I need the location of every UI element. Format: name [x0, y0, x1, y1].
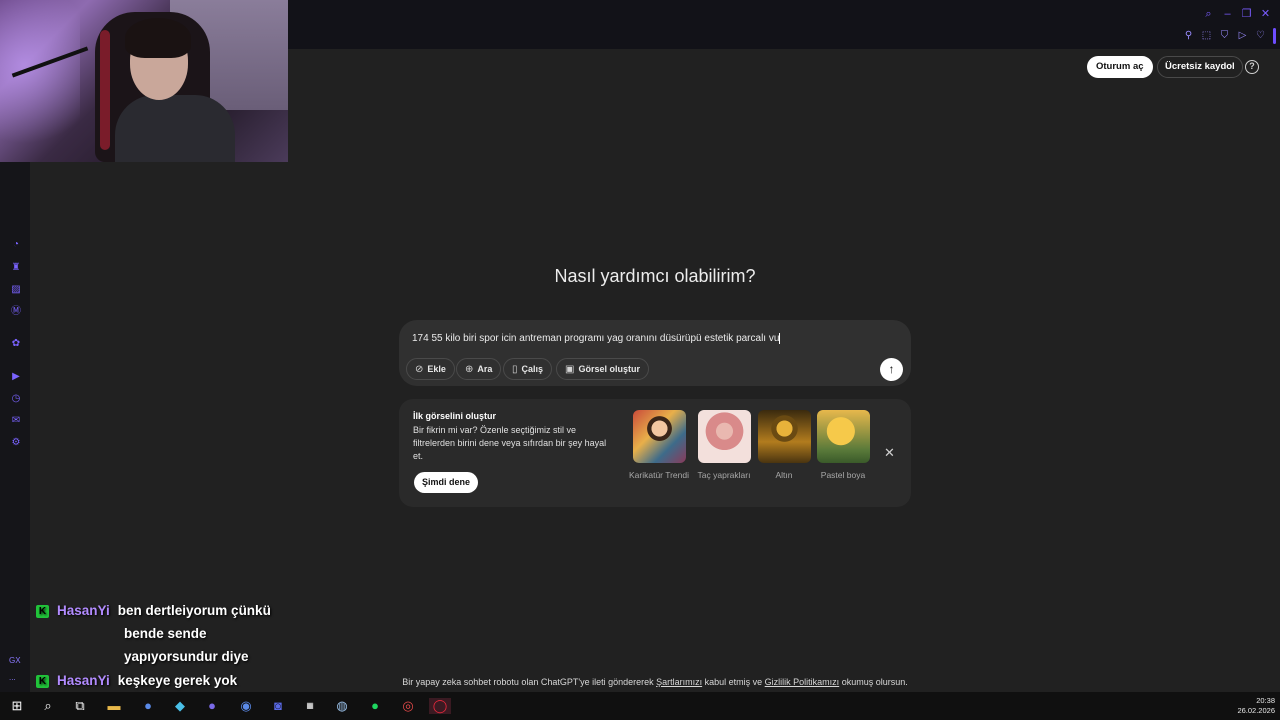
- close-promo-icon[interactable]: ✕: [884, 445, 895, 461]
- privacy-link[interactable]: Gizlilik Politikamızı: [765, 677, 840, 687]
- chat-line: keşkeye gerek yok: [117, 673, 238, 688]
- style-label-gold: Altın: [775, 470, 793, 480]
- study-label: Çalış: [521, 364, 544, 374]
- login-button[interactable]: Oturum aç: [1087, 56, 1153, 78]
- webcam-person-body: [115, 95, 235, 162]
- create-image-button[interactable]: ▣ Görsel oluştur: [556, 358, 649, 380]
- browser-toolbar: ⚲ ⬚ ⛉ ▷ ♡: [1183, 30, 1266, 41]
- close-icon[interactable]: ✕: [1259, 8, 1272, 21]
- settings-icon[interactable]: ⚙: [10, 437, 22, 449]
- taskbar-app-icon[interactable]: ●: [204, 698, 220, 714]
- windows-taskbar: ⊞ ⌕ ⧉ ▬ ● ◆ ● ◉ ◙ ▦ ◍ ● ◎ ◯ 20:38 26.02.…: [0, 692, 1280, 720]
- prompt-text: 174 55 kilo biri spor icin antreman prog…: [412, 333, 780, 345]
- prompt-composer[interactable]: 174 55 kilo biri spor icin antreman prog…: [399, 320, 911, 386]
- discord-icon[interactable]: ◙: [270, 698, 286, 714]
- play-icon[interactable]: ▷: [1237, 30, 1248, 41]
- footer-prefix: Bir yapay zeka sohbet robotu olan ChatGP…: [402, 677, 657, 687]
- file-explorer-icon[interactable]: ▬: [106, 698, 122, 714]
- obs-icon[interactable]: ◎: [400, 698, 416, 714]
- style-label-cartoon: Karikatür Trendi: [629, 470, 689, 480]
- signup-button[interactable]: Ücretsiz kaydol: [1157, 56, 1243, 78]
- messenger-icon[interactable]: Ⓜ: [10, 306, 22, 318]
- search-button[interactable]: ⊕ Ara: [456, 358, 502, 380]
- taskbar-app-icon[interactable]: ◆: [172, 698, 188, 714]
- webcam-chair-stripe: [100, 30, 110, 150]
- screen: ⌕ – ❐ ✕ ⚲ ⬚ ⛉ ▷ ♡ ◔ ♜ ▨ Ⓜ ✿ ▶ ◷ ✉ ⚙ GX .…: [0, 0, 1280, 720]
- heart-icon[interactable]: ♡: [1255, 30, 1266, 41]
- style-label-petals: Taç yaprakları: [697, 470, 751, 480]
- footer-suffix: okumuş olursun.: [839, 677, 908, 687]
- style-thumb-cartoon[interactable]: [633, 410, 686, 463]
- book-icon: ▯: [512, 363, 518, 375]
- image-promo-card: İlk görselini oluştur Bir fikrin mi var?…: [399, 399, 911, 507]
- history-icon[interactable]: ◷: [10, 393, 22, 405]
- text-caret: [779, 333, 781, 344]
- chat-icon[interactable]: ✉: [10, 415, 22, 427]
- restore-icon[interactable]: ❐: [1240, 8, 1253, 21]
- chat-message: K HasanYi ben dertleiyorum çünkü: [36, 603, 271, 618]
- chat-line: bende sende: [124, 626, 207, 641]
- try-now-button[interactable]: Şimdi dene: [414, 472, 479, 493]
- gx-label: GX: [9, 656, 21, 665]
- webcam-person-hair: [125, 18, 191, 58]
- kick-badge-icon: K: [36, 605, 49, 618]
- chat-line: yapıyorsundur diye: [124, 649, 249, 664]
- gx-corner-icon[interactable]: ▨: [10, 284, 22, 296]
- clock-time: 20:38: [1256, 696, 1275, 705]
- snapshot-icon[interactable]: ⬚: [1201, 30, 1212, 41]
- webcam-overlay: [0, 0, 288, 162]
- globe-icon: ⊕: [465, 363, 474, 375]
- chat-username: HasanYi: [57, 603, 110, 618]
- epic-games-icon[interactable]: ▦: [302, 698, 318, 714]
- pin-icon[interactable]: ⚲: [1183, 30, 1194, 41]
- chat-message: K HasanYi keşkeye gerek yok: [36, 673, 237, 688]
- style-thumb-petals[interactable]: [698, 410, 751, 463]
- webcam-light: [0, 0, 80, 162]
- prompt-input[interactable]: 174 55 kilo biri spor icin antreman prog…: [412, 333, 781, 345]
- browser-sidebar: ◔ ♜ ▨ Ⓜ ✿ ▶ ◷ ✉ ⚙ GX ...: [0, 162, 30, 692]
- speed-dial-icon[interactable]: ◔: [10, 239, 22, 251]
- accent-bar: [1273, 28, 1276, 44]
- taskbar-app-icon[interactable]: ◉: [238, 698, 254, 714]
- taskbar-app-icon[interactable]: ●: [140, 698, 156, 714]
- send-button[interactable]: ↑: [880, 358, 903, 381]
- taskbar-search-icon[interactable]: ⌕: [40, 698, 56, 714]
- chat-username: HasanYi: [57, 673, 110, 688]
- spotify-icon[interactable]: ●: [367, 698, 383, 714]
- promo-title: İlk görselini oluştur: [413, 411, 497, 421]
- minimize-icon[interactable]: –: [1221, 8, 1234, 21]
- paperclip-icon: ⊘: [415, 363, 424, 375]
- study-button[interactable]: ▯ Çalış: [503, 358, 553, 380]
- style-thumb-pastel[interactable]: [817, 410, 870, 463]
- gx-control-icon[interactable]: ♜: [10, 262, 22, 274]
- page-title: Nasıl yardımcı olabilirim?: [554, 266, 756, 286]
- system-clock[interactable]: 20:38 26.02.2026: [1237, 696, 1275, 716]
- kick-badge-icon: K: [36, 675, 49, 688]
- style-thumb-gold[interactable]: [758, 410, 811, 463]
- footer-middle: kabul etmiş ve: [702, 677, 765, 687]
- image-icon: ▣: [565, 363, 575, 375]
- steam-icon[interactable]: ◍: [334, 698, 350, 714]
- windows-start-icon[interactable]: ⊞: [9, 698, 25, 714]
- attach-label: Ekle: [427, 364, 446, 374]
- search-label: Ara: [477, 364, 493, 374]
- window-controls: ⌕ – ❐ ✕: [1202, 8, 1272, 21]
- chat-line: ben dertleiyorum çünkü: [117, 603, 271, 618]
- terms-link[interactable]: Şartlarımızı: [656, 677, 702, 687]
- attach-button[interactable]: ⊘ Ekle: [406, 358, 455, 380]
- style-label-pastel: Pastel boya: [820, 470, 866, 480]
- search-icon[interactable]: ⌕: [1202, 8, 1215, 21]
- clock-date: 26.02.2026: [1237, 706, 1275, 715]
- create-image-label: Görsel oluştur: [578, 364, 640, 374]
- task-view-icon[interactable]: ⧉: [72, 698, 88, 714]
- player-icon[interactable]: ▶: [10, 371, 22, 383]
- shield-icon[interactable]: ⛉: [1219, 30, 1230, 41]
- promo-description: Bir fikrin mi var? Özenle seçtiğimiz sti…: [413, 425, 607, 461]
- help-icon[interactable]: ?: [1245, 60, 1259, 74]
- opera-gx-icon[interactable]: ◯: [429, 698, 451, 714]
- extensions-icon[interactable]: ✿: [10, 338, 22, 350]
